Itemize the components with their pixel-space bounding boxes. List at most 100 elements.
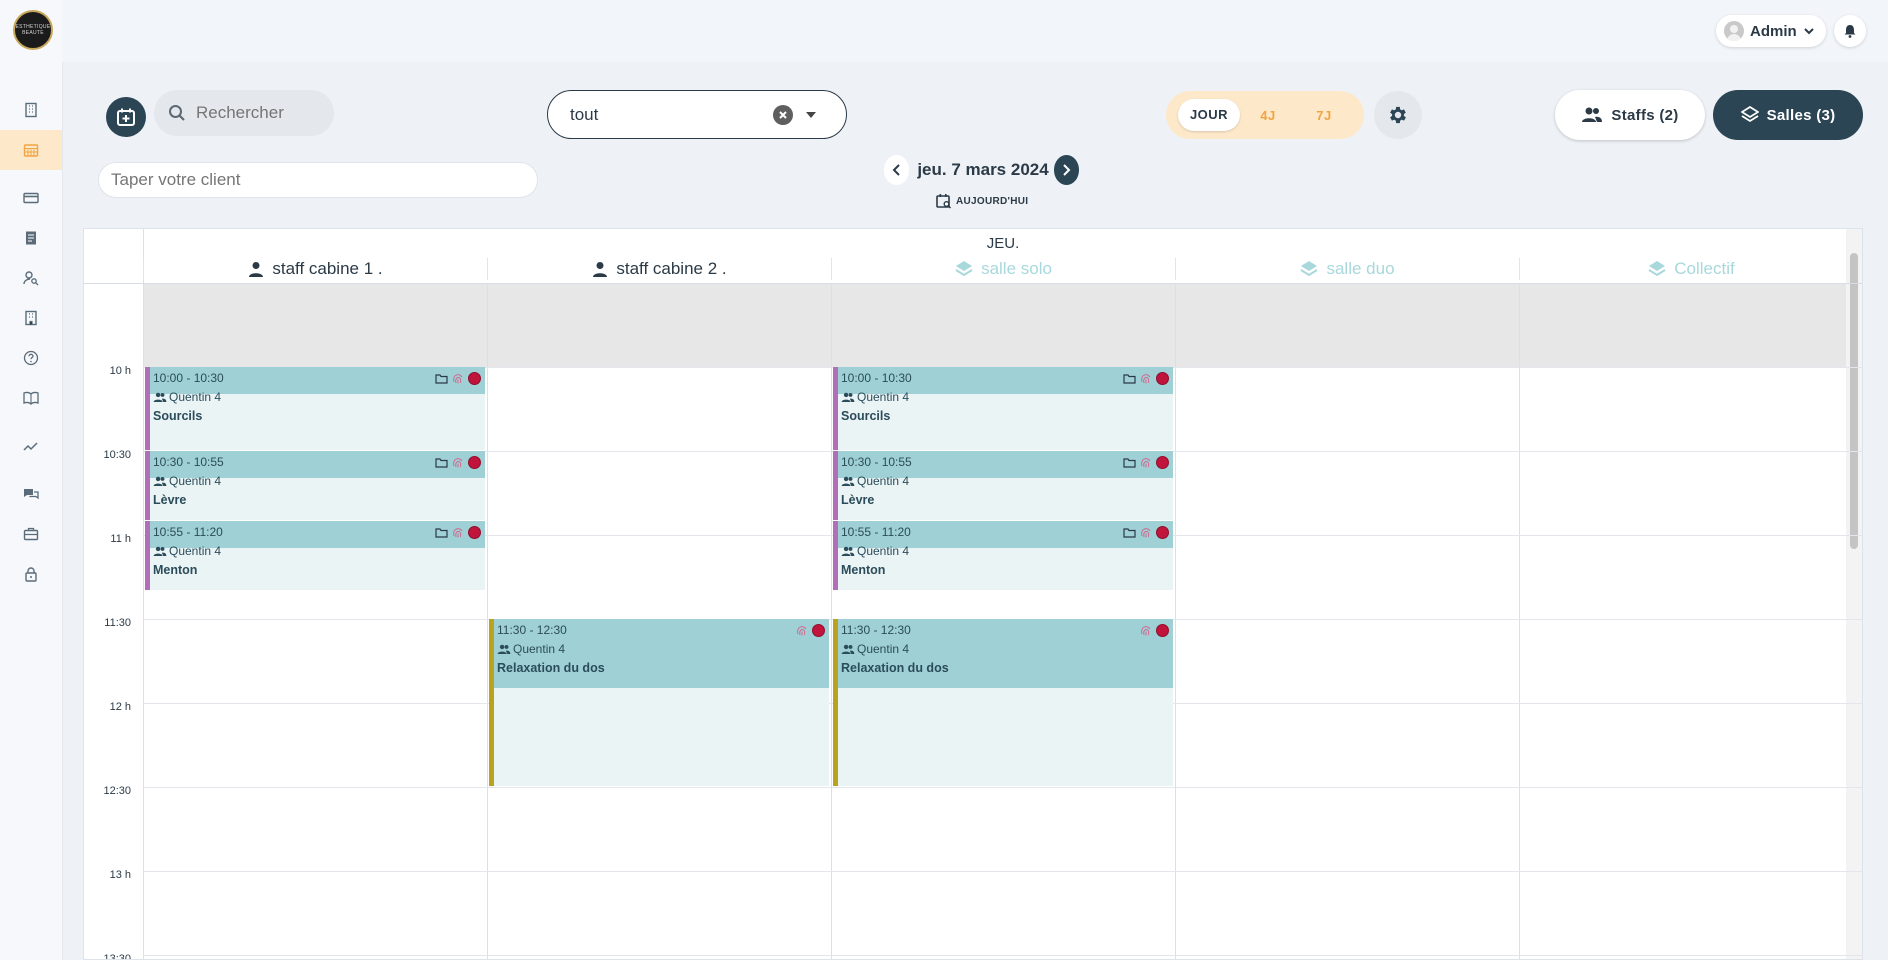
sidebar-item-client-search[interactable] xyxy=(19,266,43,290)
sidebar-item-help[interactable] xyxy=(19,346,43,370)
briefcase-icon xyxy=(23,526,39,542)
sidebar-item-credit-card[interactable] xyxy=(19,186,43,210)
sidebar-item-calendar[interactable] xyxy=(0,130,62,170)
fingerprint-icon[interactable] xyxy=(452,373,464,385)
column-name: staff cabine 2 . xyxy=(616,259,727,278)
client-name: Quentin 4 xyxy=(857,642,910,656)
help-icon xyxy=(23,350,39,366)
view-day-button[interactable]: JOUR xyxy=(1178,99,1240,131)
event-service: Relaxation du dos xyxy=(841,661,949,675)
sidebar-item-briefcase[interactable] xyxy=(19,522,43,546)
folder-icon[interactable] xyxy=(1123,527,1136,538)
filter-select[interactable]: tout xyxy=(547,90,847,139)
event-time: 11:30 - 12:30 xyxy=(497,623,567,637)
filter-value: tout xyxy=(570,104,599,124)
client-input[interactable] xyxy=(98,162,538,198)
appointment-event[interactable]: 10:30 - 10:55 Quentin 4 Lèvre xyxy=(145,451,485,520)
folder-icon[interactable] xyxy=(1123,373,1136,384)
status-dot-icon xyxy=(468,526,481,539)
calendar-scrollbar[interactable] xyxy=(1846,229,1862,959)
appointment-event[interactable]: 11:30 - 12:30 Quentin 4 Relaxation du dos xyxy=(489,619,829,786)
sidebar-item-building-2[interactable] xyxy=(19,306,43,330)
event-client: Quentin 4 xyxy=(841,390,909,404)
client-name: Quentin 4 xyxy=(857,544,910,558)
clear-icon[interactable] xyxy=(773,105,793,125)
date-navigator: jeu. 7 mars 2024 xyxy=(884,155,1079,185)
column-header-room[interactable]: salle duo xyxy=(1175,258,1519,280)
header-divider xyxy=(84,283,1862,284)
column-header-room[interactable]: Collectif xyxy=(1519,258,1862,280)
folder-icon[interactable] xyxy=(1123,457,1136,468)
column-header-staff[interactable]: staff cabine 2 . xyxy=(487,258,831,280)
salles-button[interactable]: Salles (3) xyxy=(1713,90,1863,140)
gear-icon xyxy=(1390,106,1406,124)
next-day-button[interactable] xyxy=(1053,155,1079,185)
person-icon xyxy=(248,261,264,277)
staffs-button[interactable]: Staffs (2) xyxy=(1555,90,1705,140)
layers-icon xyxy=(1300,260,1318,278)
appointment-event[interactable]: 10:55 - 11:20 Quentin 4 Menton xyxy=(145,521,485,590)
time-slot-line xyxy=(143,787,1862,788)
status-dot-icon xyxy=(1156,526,1169,539)
sidebar-item-book[interactable] xyxy=(19,386,43,410)
fingerprint-icon[interactable] xyxy=(452,457,464,469)
previous-day-button[interactable] xyxy=(884,155,910,185)
event-client: Quentin 4 xyxy=(841,474,909,488)
sidebar-item-lock[interactable] xyxy=(19,562,43,586)
event-accent-bar xyxy=(833,451,838,520)
sidebar-item-chat[interactable] xyxy=(19,482,43,506)
sidebar: ESTHETIQUE BEAUTE xyxy=(0,0,63,960)
view-7-days-button[interactable]: 7J xyxy=(1296,108,1352,123)
search-box[interactable] xyxy=(154,90,334,136)
time-label: 10 h xyxy=(109,365,131,377)
event-accent-bar xyxy=(833,521,838,590)
today-button[interactable]: AUJOURD'HUI xyxy=(936,193,1028,209)
calendar-grid: JEU. staff cabine 1 . staff cabine 2 . sal… xyxy=(83,228,1863,960)
chevron-down-icon xyxy=(1803,28,1814,35)
settings-button[interactable] xyxy=(1374,91,1422,139)
appointment-event[interactable]: 11:30 - 12:30 Quentin 4 Relaxation du dos xyxy=(833,619,1173,786)
sidebar-item-document[interactable] xyxy=(19,226,43,250)
event-client: Quentin 4 xyxy=(153,544,221,558)
day-label: JEU. xyxy=(986,235,1020,252)
search-input[interactable] xyxy=(194,102,328,124)
view-4-days-button[interactable]: 4J xyxy=(1240,108,1296,123)
lock-icon xyxy=(23,566,39,582)
fingerprint-icon[interactable] xyxy=(1140,527,1152,539)
people-icon xyxy=(153,476,167,486)
event-client: Quentin 4 xyxy=(841,642,909,656)
event-status-icons xyxy=(435,526,481,539)
appointment-event[interactable]: 10:00 - 10:30 Quentin 4 Sourcils xyxy=(833,367,1173,450)
sidebar-item-chart[interactable] xyxy=(19,434,43,458)
fingerprint-icon[interactable] xyxy=(1140,457,1152,469)
folder-icon[interactable] xyxy=(435,373,448,384)
sidebar-item-building[interactable] xyxy=(19,98,43,122)
fingerprint-icon[interactable] xyxy=(1140,373,1152,385)
fingerprint-icon[interactable] xyxy=(452,527,464,539)
column-header-staff[interactable]: staff cabine 1 . xyxy=(143,258,487,280)
folder-icon[interactable] xyxy=(435,527,448,538)
column-header-room[interactable]: salle solo xyxy=(831,258,1175,280)
column-name: Collectif xyxy=(1674,259,1735,278)
event-time: 10:30 - 10:55 xyxy=(841,455,912,469)
folder-icon[interactable] xyxy=(435,457,448,468)
fingerprint-icon[interactable] xyxy=(796,625,808,637)
client-search-icon xyxy=(23,270,39,286)
dropdown-arrow-icon[interactable] xyxy=(806,112,816,118)
user-menu-button[interactable]: Admin xyxy=(1716,15,1826,47)
fingerprint-icon[interactable] xyxy=(1140,625,1152,637)
appointment-event[interactable]: 10:55 - 11:20 Quentin 4 Menton xyxy=(833,521,1173,590)
client-name: Quentin 4 xyxy=(169,544,222,558)
status-dot-icon xyxy=(1156,372,1169,385)
event-time: 10:00 - 10:30 xyxy=(153,371,224,385)
event-client: Quentin 4 xyxy=(841,544,909,558)
add-appointment-button[interactable] xyxy=(106,97,146,137)
event-client: Quentin 4 xyxy=(153,474,221,488)
scrollbar-thumb[interactable] xyxy=(1850,253,1858,549)
brand-logo[interactable]: ESTHETIQUE BEAUTE xyxy=(13,10,53,50)
notifications-button[interactable] xyxy=(1834,15,1866,47)
column-divider xyxy=(831,283,832,959)
appointment-event[interactable]: 10:00 - 10:30 Quentin 4 Sourcils xyxy=(145,367,485,450)
column-divider xyxy=(487,283,488,959)
appointment-event[interactable]: 10:30 - 10:55 Quentin 4 Lèvre xyxy=(833,451,1173,520)
